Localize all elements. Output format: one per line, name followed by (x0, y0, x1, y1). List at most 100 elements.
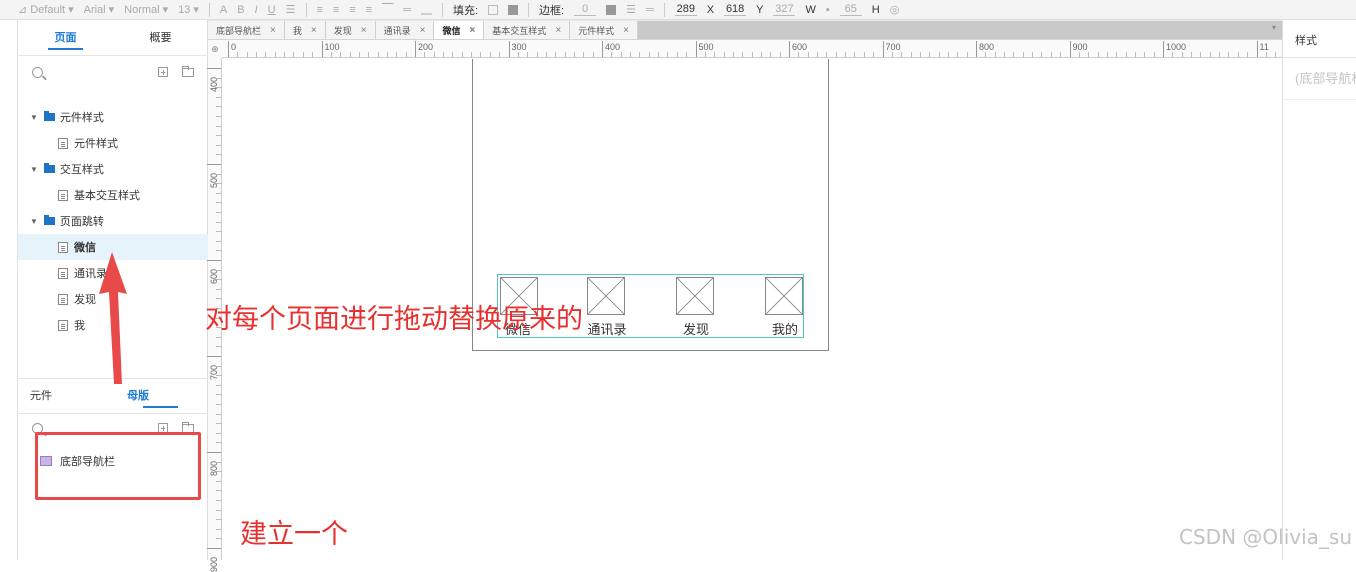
bold-icon[interactable]: B (237, 4, 244, 16)
ruler-minor-tick (676, 52, 678, 57)
add-page-icon[interactable] (158, 67, 168, 77)
add-folder-icon[interactable] (182, 65, 194, 77)
align-right-icon[interactable]: ≡ (349, 4, 355, 16)
h-field[interactable]: 65 (839, 3, 862, 16)
caret-down-icon[interactable]: ▼ (30, 113, 38, 122)
tab-wechat[interactable]: 微信 × (434, 21, 485, 39)
ruler-minor-tick (639, 52, 641, 57)
tab-discover[interactable]: 发现 × (325, 21, 376, 39)
align-left-icon[interactable]: ≡ (317, 4, 323, 16)
x-field[interactable]: 289 (674, 3, 697, 16)
caret-down-icon[interactable]: ▼ (30, 217, 38, 226)
close-icon[interactable]: × (420, 25, 426, 36)
italic-icon[interactable]: I (255, 4, 258, 16)
fill-color-swatch[interactable] (488, 4, 499, 15)
ruler-minor-tick (216, 509, 221, 511)
border-color-swatch[interactable] (606, 4, 617, 15)
close-icon[interactable]: × (311, 25, 317, 36)
search-icon[interactable] (32, 66, 43, 78)
tree-folder-interaction-styles[interactable]: ▼ 交互样式 (18, 156, 208, 182)
nav-item-contacts[interactable]: 通讯录 (577, 275, 637, 339)
y-field[interactable]: 618 (724, 3, 747, 16)
ruler-minor-tick (1088, 52, 1090, 57)
close-icon[interactable]: × (469, 25, 475, 36)
style-select[interactable]: ⊿ Default ▾ (18, 3, 74, 17)
align-center-icon[interactable]: ≡ (333, 4, 339, 16)
ruler-minor-tick (723, 52, 725, 57)
nav-item-me[interactable]: 我的 (755, 275, 815, 339)
close-icon[interactable]: × (555, 25, 561, 36)
image-placeholder-icon (765, 277, 803, 315)
text-color-icon[interactable]: A (220, 4, 227, 16)
align-justify-icon[interactable]: ≡ (366, 4, 372, 16)
style-panel-title[interactable]: 样式 (1283, 20, 1356, 58)
ruler-minor-tick (1172, 52, 1174, 57)
ruler-minor-tick (256, 52, 258, 57)
underline-icon[interactable]: U (268, 4, 276, 16)
ruler-minor-tick (966, 52, 968, 57)
valign-bottom-icon[interactable]: ⎽ (421, 3, 432, 16)
tab-contacts[interactable]: 通讯录 × (375, 21, 435, 39)
ruler-minor-tick (216, 116, 221, 117)
ruler-major-tick (1256, 41, 1258, 57)
tab-bottom-nav[interactable]: 底部导航栏 × (208, 21, 285, 39)
tree-page-component-styles[interactable]: 元件样式 (18, 130, 208, 156)
valign-middle-icon[interactable]: ═ (403, 4, 411, 16)
tab-basic-interaction[interactable]: 基本交互样式 × (484, 21, 571, 39)
tab-me[interactable]: 我 × (284, 21, 326, 39)
ruler-minor-tick (1116, 52, 1118, 57)
ruler-minor-tick (368, 52, 370, 57)
close-icon[interactable]: × (270, 25, 276, 36)
close-icon[interactable]: × (361, 25, 367, 36)
tab-component-styles[interactable]: 元件样式 × (570, 21, 639, 39)
page-icon (58, 319, 68, 331)
ruler-minor-tick (1060, 52, 1062, 57)
w-field[interactable]: 327 (773, 3, 796, 16)
chevron-down-icon: ▾ (162, 4, 169, 16)
ruler-origin-icon: ⊕ (208, 40, 222, 58)
fill-style-icon[interactable] (508, 4, 519, 15)
tree-item-label: 交互样式 (59, 164, 104, 176)
ruler-tick-label: 300 (511, 42, 527, 52)
ruler-minor-tick (536, 52, 538, 57)
tabs-overflow-area (638, 21, 1282, 39)
ruler-minor-tick (377, 52, 379, 57)
toolbar-divider (208, 2, 210, 17)
font-select[interactable]: Arial ▾ (84, 3, 115, 17)
ruler-tick-label: 900 (1072, 42, 1088, 52)
ruler-minor-tick (583, 52, 585, 57)
valign-top-icon[interactable]: ⎺ (382, 3, 393, 16)
tree-folder-page-navigation[interactable]: ▼ 页面跳转 (18, 208, 208, 234)
ruler-minor-tick (938, 52, 940, 57)
close-icon[interactable]: × (623, 25, 629, 36)
ruler-minor-tick (274, 52, 276, 57)
ruler-minor-tick (216, 135, 221, 137)
visibility-eye-icon[interactable]: ◎ (890, 3, 900, 16)
lock-icon[interactable]: ▪ (826, 4, 830, 16)
caret-down-icon[interactable]: ▼ (30, 165, 38, 174)
ruler-minor-tick (817, 52, 819, 57)
ruler-minor-tick (312, 52, 314, 57)
ruler-minor-tick (1247, 52, 1249, 57)
nav-item-discover[interactable]: 发现 (666, 275, 726, 339)
ruler-minor-tick (1097, 52, 1099, 57)
size-select[interactable]: 13 ▾ (178, 3, 199, 17)
tab-pages[interactable]: 页面 (18, 20, 113, 56)
list-icon[interactable]: ☰ (286, 3, 296, 16)
ruler-minor-tick (216, 404, 221, 405)
border-style-icon[interactable]: ☰ (626, 3, 636, 16)
ruler-minor-tick (751, 52, 753, 57)
x-label: X (706, 3, 715, 16)
weight-select[interactable]: Normal ▾ (124, 3, 169, 17)
border-width-field[interactable]: 0 (574, 3, 597, 16)
border-line-icon[interactable]: ═ (646, 4, 654, 16)
tree-page-basic-interaction[interactable]: 基本交互样式 (18, 182, 208, 208)
ruler-minor-tick (216, 500, 221, 501)
left-edge-strip (0, 20, 18, 560)
tab-outline[interactable]: 概要 (113, 20, 208, 56)
ruler-minor-tick (358, 52, 360, 57)
ruler-minor-tick (452, 52, 454, 57)
tree-folder-component-styles[interactable]: ▼ 元件样式 (18, 104, 208, 130)
pages-panel-tabs: 页面 概要 (18, 20, 208, 56)
ruler-tick-label: 11 (1259, 42, 1269, 52)
